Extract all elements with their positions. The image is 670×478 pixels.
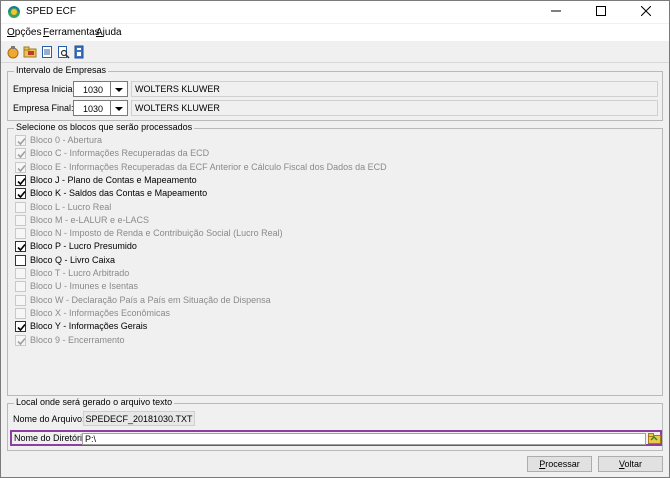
menu-opcoes[interactable]: Opções — [7, 27, 41, 38]
blocos-group-label: Selecione os blocos que serão processado… — [14, 122, 195, 132]
check-icon — [17, 191, 26, 199]
checkbox — [15, 148, 26, 160]
checkbox — [15, 294, 26, 306]
minimize-button[interactable] — [534, 1, 578, 23]
bloco-label: Bloco 9 - Encerramento — [30, 334, 125, 345]
chevron-down-icon — [115, 88, 123, 92]
processar-button[interactable]: Processar — [527, 456, 592, 472]
window-title: SPED ECF — [26, 6, 77, 17]
empresa-final-label: Empresa Final: — [13, 103, 74, 113]
title-bar: SPED ECF — [1, 1, 669, 23]
check-icon — [17, 164, 26, 172]
bloco-label: Bloco N - Imposto de Renda e Contribuiçã… — [30, 228, 283, 239]
checkbox — [15, 334, 26, 346]
toolbar — [1, 42, 669, 63]
bloco-label: Bloco 0 - Abertura — [30, 135, 103, 145]
app-window: SPED ECF Opções Ferramentas Ajuda Interv… — [0, 0, 670, 478]
bloco-label: Bloco L - Lucro Real — [30, 201, 112, 212]
browse-folder-icon[interactable] — [648, 432, 661, 445]
checkbox[interactable] — [15, 241, 26, 253]
bloco-label: Bloco C - Informações Recuperadas da ECD — [30, 148, 210, 159]
bloco-label: Bloco X - Informações Econômicas — [30, 307, 171, 318]
run-icon[interactable] — [6, 45, 20, 59]
search-document-icon[interactable] — [56, 45, 70, 59]
bloco-label: Bloco Y - Informações Gerais — [30, 321, 148, 332]
checkbox[interactable] — [15, 254, 26, 266]
check-icon — [17, 244, 26, 252]
empresa-inicial-dropdown-button[interactable] — [111, 81, 128, 97]
close-button[interactable] — [624, 1, 668, 23]
checkbox — [15, 228, 26, 240]
checkbox — [15, 201, 26, 213]
checkbox — [15, 268, 26, 279]
check-icon — [17, 137, 26, 146]
empresa-inicial-code-input[interactable]: 1030 — [73, 81, 111, 97]
save-icon[interactable] — [72, 45, 86, 59]
maximize-button[interactable] — [579, 1, 623, 23]
open-folder-icon[interactable] — [23, 45, 37, 59]
checkbox — [15, 281, 26, 293]
voltar-button[interactable]: Voltar — [598, 456, 663, 472]
bloco-label: Bloco Q - Livro Caixa — [30, 254, 116, 265]
checkbox — [15, 214, 26, 226]
empresa-final-dropdown-button[interactable] — [111, 100, 128, 116]
file-name-field: SPEDECF_20181030.TXT — [83, 411, 195, 426]
file-name-label: Nome do Arquivo: — [13, 414, 85, 424]
empresas-group-label: Intervalo de Empresas — [14, 65, 109, 75]
check-icon — [17, 324, 26, 332]
checkbox — [15, 161, 26, 173]
bloco-label: Bloco P - Lucro Presumido — [30, 241, 137, 252]
empresa-inicial-name-field: WOLTERS KLUWER — [131, 81, 658, 97]
empresa-final-code-input[interactable]: 1030 — [73, 100, 111, 116]
output-group-label: Local onde será gerado o arquivo texto — [14, 397, 175, 407]
empresa-inicial-label: Empresa Inicial: — [13, 84, 78, 94]
bloco-label: Bloco J - Plano de Contas e Mapeamento — [30, 174, 197, 185]
bloco-label: Bloco K - Saldos das Contas e Mapeamento — [30, 188, 208, 199]
bloco-label: Bloco W - Declaração País a País em Situ… — [30, 294, 271, 305]
menu-ferramentas[interactable]: Ferramentas — [43, 27, 100, 38]
document-icon[interactable] — [40, 45, 54, 59]
check-icon — [17, 151, 26, 159]
bloco-label: Bloco U - Imunes e Isentas — [30, 281, 139, 292]
bloco-label: Bloco E - Informações Recuperadas da ECF… — [30, 161, 387, 172]
checkbox — [15, 135, 26, 146]
check-icon — [17, 337, 26, 345]
checkbox — [15, 307, 26, 319]
menu-bar: Opções Ferramentas Ajuda — [1, 24, 669, 41]
checkbox[interactable] — [15, 321, 26, 333]
bloco-label: Bloco M - e-LALUR e e-LACS — [30, 214, 150, 225]
check-icon — [17, 177, 26, 186]
directory-label: Nome do Diretório: — [14, 433, 90, 443]
checkbox[interactable] — [15, 188, 26, 200]
bloco-label: Bloco T - Lucro Arbitrado — [30, 268, 130, 278]
app-logo-icon — [7, 5, 21, 19]
chevron-down-icon — [115, 107, 123, 111]
directory-input[interactable]: P:\ — [82, 433, 646, 445]
empresa-final-name-field: WOLTERS KLUWER — [131, 100, 658, 116]
checkbox[interactable] — [15, 174, 26, 186]
directory-row: Nome do Diretório: P:\ — [10, 430, 662, 446]
menu-ajuda[interactable]: Ajuda — [96, 27, 122, 38]
